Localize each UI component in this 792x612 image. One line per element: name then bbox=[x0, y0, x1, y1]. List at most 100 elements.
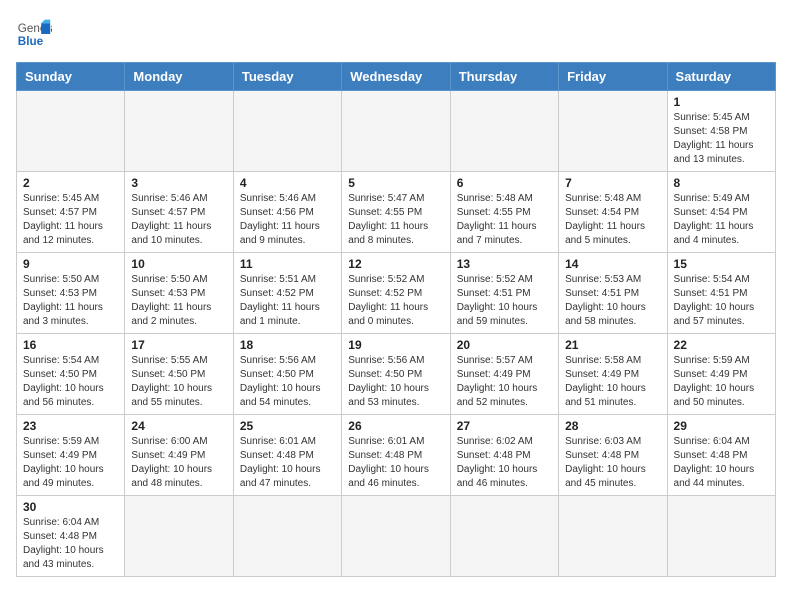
calendar-cell: 10 Sunrise: 5:50 AM Sunset: 4:53 PM Dayli… bbox=[125, 253, 233, 334]
day-info: Sunrise: 6:03 AM Sunset: 4:48 PM Dayligh… bbox=[565, 435, 660, 491]
day-number: 21 bbox=[565, 338, 660, 352]
weekday-header-tuesday: Tuesday bbox=[233, 63, 341, 91]
day-number: 25 bbox=[240, 419, 335, 433]
day-info: Sunrise: 5:54 AM Sunset: 4:50 PM Dayligh… bbox=[23, 354, 118, 410]
calendar-cell: 21Sunrise: 5:58 AM Sunset: 4:49 PM Dayli… bbox=[559, 334, 667, 415]
weekday-header-saturday: Saturday bbox=[667, 63, 775, 91]
day-number: 10 bbox=[131, 257, 226, 271]
day-number: 13 bbox=[457, 257, 552, 271]
calendar-cell: 16 Sunrise: 5:54 AM Sunset: 4:50 PM Dayli… bbox=[17, 334, 125, 415]
day-info: Sunrise: 6:04 AM Sunset: 4:48 PM Dayligh… bbox=[23, 516, 118, 572]
calendar-row-6: 30 Sunrise: 6:04 AM Sunset: 4:48 PM Dayli… bbox=[17, 496, 776, 577]
calendar-cell bbox=[559, 91, 667, 172]
calendar-row-2: 2 Sunrise: 5:45 AM Sunset: 4:57 PM Daylig… bbox=[17, 172, 776, 253]
day-info: Sunrise: 5:46 AM Sunset: 4:56 PM Dayligh… bbox=[240, 192, 335, 248]
calendar-cell: 8 Sunrise: 5:49 AM Sunset: 4:54 PM Daylig… bbox=[667, 172, 775, 253]
day-number: 17 bbox=[131, 338, 226, 352]
calendar-cell-empty bbox=[450, 496, 558, 577]
calendar-cell: 13 Sunrise: 5:52 AM Sunset: 4:51 PM Dayli… bbox=[450, 253, 558, 334]
day-number: 27 bbox=[457, 419, 552, 433]
calendar-row-3: 9 Sunrise: 5:50 AM Sunset: 4:53 PM Daylig… bbox=[17, 253, 776, 334]
calendar-cell: 30 Sunrise: 6:04 AM Sunset: 4:48 PM Dayli… bbox=[17, 496, 125, 577]
logo-icon: General Blue bbox=[16, 16, 52, 52]
day-info: Sunrise: 5:55 AM Sunset: 4:50 PM Dayligh… bbox=[131, 354, 226, 410]
calendar-cell bbox=[17, 91, 125, 172]
calendar-cell: 1 Sunrise: 5:45 AM Sunset: 4:58 PM Daylig… bbox=[667, 91, 775, 172]
day-info: Sunrise: 5:47 AM Sunset: 4:55 PM Dayligh… bbox=[348, 192, 443, 248]
day-number: 26 bbox=[348, 419, 443, 433]
day-info: Sunrise: 5:48 AM Sunset: 4:55 PM Dayligh… bbox=[457, 192, 552, 248]
calendar-cell-empty bbox=[559, 496, 667, 577]
calendar-table: SundayMondayTuesdayWednesdayThursdayFrid… bbox=[16, 62, 776, 577]
calendar-cell: 25 Sunrise: 6:01 AM Sunset: 4:48 PM Dayli… bbox=[233, 415, 341, 496]
calendar-row-1: 1 Sunrise: 5:45 AM Sunset: 4:58 PM Daylig… bbox=[17, 91, 776, 172]
calendar-cell-empty bbox=[667, 496, 775, 577]
calendar-cell: 26Sunrise: 6:01 AM Sunset: 4:48 PM Dayli… bbox=[342, 415, 450, 496]
weekday-header-monday: Monday bbox=[125, 63, 233, 91]
day-info: Sunrise: 5:59 AM Sunset: 4:49 PM Dayligh… bbox=[674, 354, 769, 410]
day-number: 18 bbox=[240, 338, 335, 352]
day-number: 23 bbox=[23, 419, 118, 433]
day-info: Sunrise: 6:00 AM Sunset: 4:49 PM Dayligh… bbox=[131, 435, 226, 491]
calendar-cell bbox=[125, 91, 233, 172]
day-info: Sunrise: 5:52 AM Sunset: 4:51 PM Dayligh… bbox=[457, 273, 552, 329]
day-number: 12 bbox=[348, 257, 443, 271]
calendar-cell: 17 Sunrise: 5:55 AM Sunset: 4:50 PM Dayli… bbox=[125, 334, 233, 415]
calendar-cell: 15 Sunrise: 5:54 AM Sunset: 4:51 PM Dayli… bbox=[667, 253, 775, 334]
calendar-cell: 24 Sunrise: 6:00 AM Sunset: 4:49 PM Dayli… bbox=[125, 415, 233, 496]
calendar-cell: 29 Sunrise: 6:04 AM Sunset: 4:48 PM Dayli… bbox=[667, 415, 775, 496]
calendar-row-5: 23Sunrise: 5:59 AM Sunset: 4:49 PM Dayli… bbox=[17, 415, 776, 496]
calendar-cell-empty bbox=[125, 496, 233, 577]
day-info: Sunrise: 5:51 AM Sunset: 4:52 PM Dayligh… bbox=[240, 273, 335, 329]
day-number: 9 bbox=[23, 257, 118, 271]
logo: General Blue bbox=[16, 16, 52, 52]
day-number: 1 bbox=[674, 95, 769, 109]
day-info: Sunrise: 5:45 AM Sunset: 4:58 PM Dayligh… bbox=[674, 111, 769, 167]
day-number: 5 bbox=[348, 176, 443, 190]
day-info: Sunrise: 5:45 AM Sunset: 4:57 PM Dayligh… bbox=[23, 192, 118, 248]
day-info: Sunrise: 5:57 AM Sunset: 4:49 PM Dayligh… bbox=[457, 354, 552, 410]
weekday-header-wednesday: Wednesday bbox=[342, 63, 450, 91]
calendar-cell: 7 Sunrise: 5:48 AM Sunset: 4:54 PM Daylig… bbox=[559, 172, 667, 253]
day-number: 7 bbox=[565, 176, 660, 190]
calendar-cell: 2 Sunrise: 5:45 AM Sunset: 4:57 PM Daylig… bbox=[17, 172, 125, 253]
day-number: 16 bbox=[23, 338, 118, 352]
day-info: Sunrise: 5:49 AM Sunset: 4:54 PM Dayligh… bbox=[674, 192, 769, 248]
calendar-cell: 4Sunrise: 5:46 AM Sunset: 4:56 PM Daylig… bbox=[233, 172, 341, 253]
day-info: Sunrise: 5:56 AM Sunset: 4:50 PM Dayligh… bbox=[240, 354, 335, 410]
weekday-header-row: SundayMondayTuesdayWednesdayThursdayFrid… bbox=[17, 63, 776, 91]
day-info: Sunrise: 5:50 AM Sunset: 4:53 PM Dayligh… bbox=[23, 273, 118, 329]
calendar-cell: 23Sunrise: 5:59 AM Sunset: 4:49 PM Dayli… bbox=[17, 415, 125, 496]
calendar-cell: 22 Sunrise: 5:59 AM Sunset: 4:49 PM Dayli… bbox=[667, 334, 775, 415]
calendar-cell: 28Sunrise: 6:03 AM Sunset: 4:48 PM Dayli… bbox=[559, 415, 667, 496]
day-number: 15 bbox=[674, 257, 769, 271]
day-number: 29 bbox=[674, 419, 769, 433]
day-info: Sunrise: 5:50 AM Sunset: 4:53 PM Dayligh… bbox=[131, 273, 226, 329]
day-info: Sunrise: 6:01 AM Sunset: 4:48 PM Dayligh… bbox=[240, 435, 335, 491]
day-info: Sunrise: 5:52 AM Sunset: 4:52 PM Dayligh… bbox=[348, 273, 443, 329]
day-number: 3 bbox=[131, 176, 226, 190]
weekday-header-thursday: Thursday bbox=[450, 63, 558, 91]
weekday-header-sunday: Sunday bbox=[17, 63, 125, 91]
calendar-cell bbox=[233, 91, 341, 172]
calendar-cell: 20 Sunrise: 5:57 AM Sunset: 4:49 PM Dayli… bbox=[450, 334, 558, 415]
day-number: 20 bbox=[457, 338, 552, 352]
day-info: Sunrise: 5:48 AM Sunset: 4:54 PM Dayligh… bbox=[565, 192, 660, 248]
calendar-cell: 6Sunrise: 5:48 AM Sunset: 4:55 PM Daylig… bbox=[450, 172, 558, 253]
day-number: 22 bbox=[674, 338, 769, 352]
day-number: 30 bbox=[23, 500, 118, 514]
calendar-cell: 19Sunrise: 5:56 AM Sunset: 4:50 PM Dayli… bbox=[342, 334, 450, 415]
calendar-cell: 14Sunrise: 5:53 AM Sunset: 4:51 PM Dayli… bbox=[559, 253, 667, 334]
day-info: Sunrise: 6:04 AM Sunset: 4:48 PM Dayligh… bbox=[674, 435, 769, 491]
day-number: 24 bbox=[131, 419, 226, 433]
calendar-cell bbox=[450, 91, 558, 172]
calendar-cell: 5 Sunrise: 5:47 AM Sunset: 4:55 PM Daylig… bbox=[342, 172, 450, 253]
calendar-cell: 11Sunrise: 5:51 AM Sunset: 4:52 PM Dayli… bbox=[233, 253, 341, 334]
weekday-header-friday: Friday bbox=[559, 63, 667, 91]
day-info: Sunrise: 5:54 AM Sunset: 4:51 PM Dayligh… bbox=[674, 273, 769, 329]
day-info: Sunrise: 5:46 AM Sunset: 4:57 PM Dayligh… bbox=[131, 192, 226, 248]
day-number: 8 bbox=[674, 176, 769, 190]
day-number: 2 bbox=[23, 176, 118, 190]
day-info: Sunrise: 5:53 AM Sunset: 4:51 PM Dayligh… bbox=[565, 273, 660, 329]
calendar-cell: 3 Sunrise: 5:46 AM Sunset: 4:57 PM Daylig… bbox=[125, 172, 233, 253]
